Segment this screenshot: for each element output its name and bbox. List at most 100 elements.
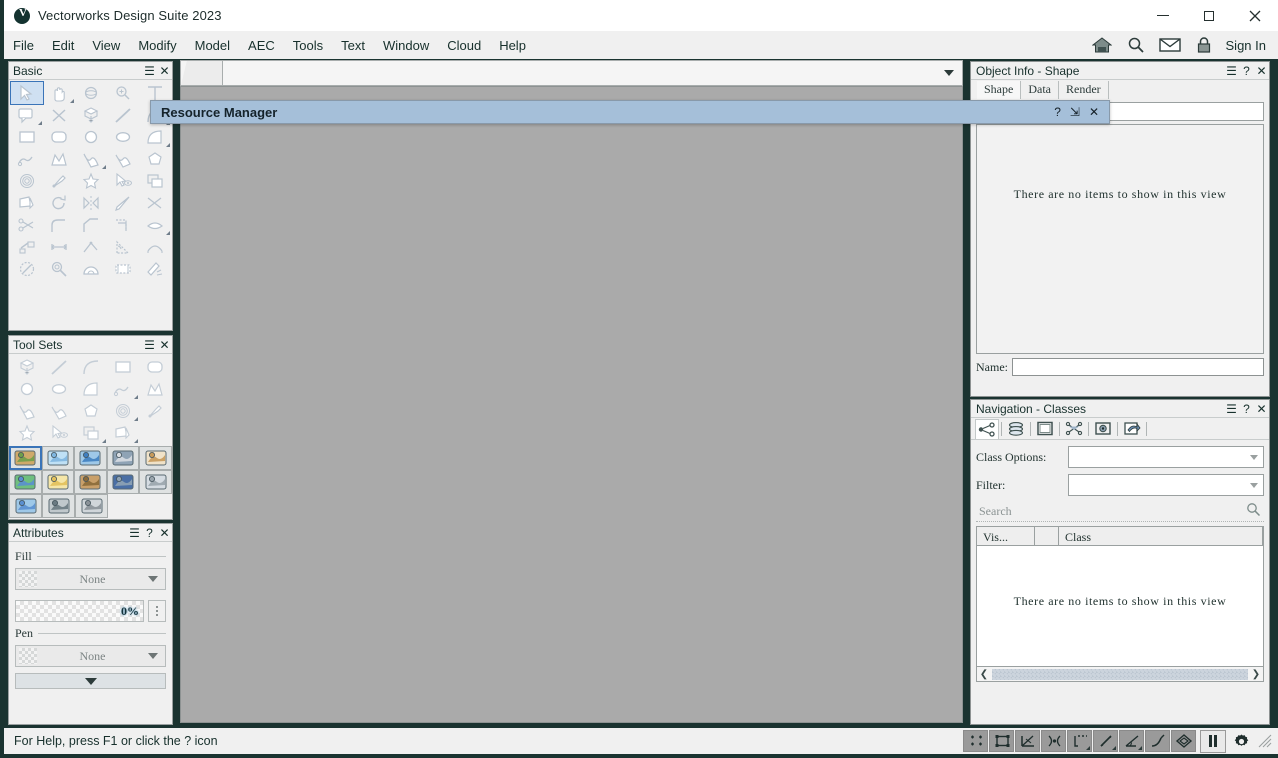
callout-tool[interactable] (11, 104, 43, 126)
lock-icon[interactable] (1192, 34, 1216, 56)
rounded-rectangle-tool[interactable] (43, 126, 75, 148)
earthwork-tool[interactable] (75, 378, 107, 400)
resource-manager-close-icon[interactable]: ✕ (1089, 106, 1099, 118)
resource-manager-window[interactable]: Resource Manager ? ⇲ ✕ (150, 100, 1110, 124)
basic-palette-menu-icon[interactable]: ☰ (142, 63, 157, 79)
navigation-menu-icon[interactable]: ☰ (1224, 401, 1239, 417)
snap-to-grid-icon[interactable] (963, 730, 988, 752)
tab-shape[interactable]: Shape (977, 81, 1022, 99)
parking-space-tool[interactable] (139, 400, 171, 422)
irrigation-tool[interactable] (43, 378, 75, 400)
bollard-tool[interactable] (11, 378, 43, 400)
duplicate-array-tool[interactable] (139, 170, 171, 192)
gear-set[interactable] (75, 494, 108, 518)
drawing-canvas[interactable] (180, 86, 963, 723)
column-visibility[interactable]: Vis... (977, 527, 1035, 545)
guardrail-tool[interactable] (107, 422, 139, 444)
rotate-tool[interactable] (43, 192, 75, 214)
window-resize-grip[interactable] (1258, 734, 1272, 748)
references-icon[interactable] (1120, 419, 1144, 439)
linear-dimension-tool[interactable] (11, 236, 43, 258)
eyedropper-tool[interactable] (43, 170, 75, 192)
attributes-expander-button[interactable] (15, 673, 166, 689)
polyline-tool[interactable] (11, 148, 43, 170)
snap-to-intersection-icon[interactable] (1015, 730, 1040, 752)
tab-data[interactable]: Data (1021, 81, 1059, 99)
split-tool[interactable] (139, 192, 171, 214)
visibility-tool[interactable] (107, 170, 139, 192)
shapes-set[interactable] (9, 470, 42, 494)
water-set[interactable] (41, 446, 75, 470)
menu-aec[interactable]: AEC (239, 34, 284, 57)
attributes-close-icon[interactable]: ✕ (157, 525, 172, 541)
opacity-more-button[interactable] (148, 600, 166, 622)
view-toolbar-chevron-down-icon[interactable] (944, 70, 954, 76)
tool-sets-close-icon[interactable]: ✕ (157, 337, 172, 353)
extrude-tool[interactable] (75, 104, 107, 126)
tool-sets-menu-icon[interactable]: ☰ (142, 337, 157, 353)
tape-measure-tool[interactable] (107, 258, 139, 280)
fill-opacity-field[interactable]: 0% (15, 600, 144, 622)
sign-in-button[interactable]: Sign In (1226, 38, 1268, 53)
object-info-close-icon[interactable]: ✕ (1254, 63, 1269, 79)
scroll-left-arrow-icon[interactable]: ❮ (977, 669, 991, 680)
menu-model[interactable]: Model (186, 34, 239, 57)
navigation-close-icon[interactable]: ✕ (1254, 401, 1269, 417)
snap-to-surface-icon[interactable] (1171, 730, 1196, 752)
object-name-input[interactable] (1012, 358, 1264, 376)
resource-manager-pin-icon[interactable]: ⇲ (1070, 106, 1080, 118)
angular-dimension-tool[interactable] (107, 236, 139, 258)
view-tab[interactable] (181, 61, 223, 85)
detailing-set[interactable] (106, 470, 140, 494)
pen-style-dropdown[interactable]: None (15, 645, 166, 667)
menu-tools[interactable]: Tools (284, 34, 332, 57)
baseline-dimension-tool[interactable] (75, 236, 107, 258)
render-bitmap-tool[interactable] (139, 258, 171, 280)
search-icon[interactable] (1246, 502, 1261, 522)
terrain-tool[interactable] (75, 400, 107, 422)
viewports-icon[interactable] (1062, 419, 1086, 439)
selection-arrow-tool[interactable] (10, 81, 44, 105)
magic-wand-tool[interactable] (75, 170, 107, 192)
spiral-tool[interactable] (11, 170, 43, 192)
menu-file[interactable]: File (4, 34, 43, 57)
chain-dimension-tool[interactable] (43, 236, 75, 258)
snap-settings-gear-icon[interactable] (1229, 730, 1253, 752)
push-pull-tool[interactable] (139, 214, 171, 236)
snap-to-tangent-icon[interactable] (1145, 730, 1170, 752)
arc-dimension-tool[interactable] (139, 236, 171, 258)
resource-manager-help-icon[interactable]: ? (1054, 106, 1061, 118)
offset-tool[interactable] (107, 214, 139, 236)
mail-icon[interactable] (1158, 34, 1182, 56)
protractor-tool[interactable] (75, 258, 107, 280)
home-icon[interactable] (1090, 34, 1114, 56)
fillet-tool[interactable] (43, 214, 75, 236)
line-tool[interactable] (107, 104, 139, 126)
close-button[interactable] (1232, 0, 1278, 31)
attributes-menu-icon[interactable]: ☰ (127, 525, 142, 541)
delete-tool[interactable] (43, 104, 75, 126)
globe-set[interactable] (74, 446, 107, 470)
site-boundary-tool[interactable] (107, 400, 139, 422)
stipple-tool[interactable] (75, 356, 107, 378)
trim-tool[interactable] (107, 192, 139, 214)
regular-polygon-tool[interactable] (139, 148, 171, 170)
menu-view[interactable]: View (83, 34, 129, 57)
hardscape-tool[interactable] (43, 356, 75, 378)
menu-cloud[interactable]: Cloud (438, 34, 490, 57)
site-modifier-tool[interactable] (11, 356, 43, 378)
classes-icon[interactable] (975, 418, 999, 439)
selection-similar-tool[interactable] (43, 258, 75, 280)
curb-parking-tool[interactable] (11, 422, 43, 444)
oval-tool[interactable] (107, 126, 139, 148)
freehand-tool[interactable] (75, 148, 107, 170)
sheet-layers-icon[interactable] (1033, 419, 1057, 439)
flyover-tool[interactable] (75, 82, 107, 104)
reshape-tool[interactable] (11, 192, 43, 214)
site-planning-set[interactable] (9, 446, 42, 470)
menu-text[interactable]: Text (332, 34, 374, 57)
fill-style-dropdown[interactable]: None (15, 568, 166, 590)
chamfer-tool[interactable] (75, 214, 107, 236)
parking-tool[interactable] (139, 378, 171, 400)
rectangle-tool[interactable] (11, 126, 43, 148)
